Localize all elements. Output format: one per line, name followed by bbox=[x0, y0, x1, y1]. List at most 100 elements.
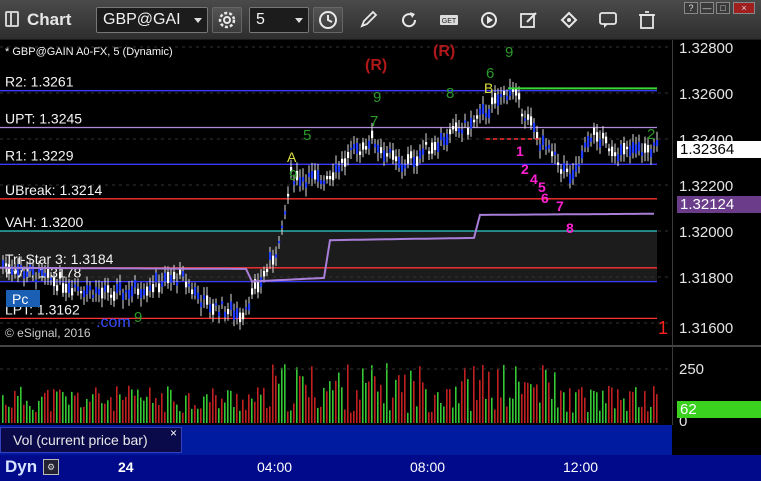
volume-bar bbox=[407, 412, 409, 423]
candle-body bbox=[464, 120, 467, 123]
volume-bar bbox=[599, 410, 601, 423]
volume-study-tab[interactable]: Vol (current price bar) bbox=[0, 427, 182, 453]
volume-bar bbox=[287, 411, 289, 423]
candle-body bbox=[650, 149, 653, 158]
close-icon[interactable]: × bbox=[170, 426, 177, 440]
volume-tick: 250 bbox=[679, 361, 705, 378]
time-label: 24 bbox=[118, 459, 134, 475]
volume-bar bbox=[248, 394, 250, 423]
candle-body bbox=[227, 309, 230, 315]
candle-body bbox=[311, 170, 314, 179]
volume-bar bbox=[470, 410, 472, 423]
sequence-count: 9 bbox=[134, 309, 142, 326]
time-template-button[interactable] bbox=[313, 7, 343, 33]
volume-bar bbox=[371, 365, 373, 423]
volume-bar bbox=[341, 387, 343, 423]
candle-body bbox=[431, 142, 434, 154]
candle-body bbox=[215, 303, 218, 306]
price-tick: 1.32000 bbox=[679, 224, 734, 241]
candle-body bbox=[65, 283, 68, 293]
volume-bar bbox=[410, 370, 412, 423]
settings-button[interactable] bbox=[212, 7, 242, 33]
dynamic-settings-icon[interactable]: ⚙ bbox=[43, 459, 59, 475]
candle-body bbox=[173, 271, 176, 280]
candle-body bbox=[50, 277, 53, 281]
candle-body bbox=[92, 294, 95, 298]
dynamic-mode-label[interactable]: Dyn bbox=[5, 457, 37, 477]
chevron-down-icon[interactable] bbox=[194, 18, 202, 23]
volume-bar bbox=[161, 393, 163, 423]
pencil-icon[interactable] bbox=[358, 10, 380, 30]
close-button[interactable]: × bbox=[733, 2, 755, 14]
volume-bar bbox=[221, 398, 223, 423]
candle-body bbox=[374, 143, 377, 148]
candle-body bbox=[506, 95, 509, 101]
volume-bar bbox=[215, 395, 217, 423]
price-chart-canvas[interactable]: R2: 1.3261 UPT: 1.3245 R1: 1.3229 UBreak: 1… bbox=[0, 40, 672, 345]
volume-bar bbox=[542, 365, 544, 423]
volume-bar bbox=[62, 391, 64, 423]
candle-body bbox=[287, 193, 290, 197]
maximize-button[interactable]: □ bbox=[716, 2, 730, 14]
candle-body bbox=[161, 281, 164, 287]
volume-bar bbox=[197, 408, 199, 423]
candle-body bbox=[428, 151, 431, 154]
symbol-input[interactable]: GBP@GAI bbox=[96, 7, 208, 33]
volume-bar bbox=[449, 389, 451, 423]
volume-bar bbox=[125, 396, 127, 423]
volume-bar bbox=[251, 398, 253, 423]
price-chart[interactable]: R2: 1.3261 UPT: 1.3245 R1: 1.3229 UBreak: 1… bbox=[0, 40, 672, 345]
volume-bar bbox=[38, 400, 40, 423]
volume-bar bbox=[227, 390, 229, 423]
volume-bar bbox=[179, 411, 181, 423]
minimize-button[interactable]: — bbox=[700, 2, 714, 14]
volume-bar bbox=[584, 397, 586, 423]
volume-bar bbox=[35, 411, 37, 423]
volume-bar bbox=[26, 400, 28, 423]
volume-axis[interactable]: 250 0 62 bbox=[672, 345, 761, 430]
volume-bar bbox=[11, 407, 13, 423]
volume-bar bbox=[536, 384, 538, 423]
volume-bar bbox=[65, 396, 67, 423]
volume-bar bbox=[209, 402, 211, 423]
play-icon[interactable] bbox=[478, 10, 500, 30]
volume-bar bbox=[578, 389, 580, 423]
chevron-down-icon[interactable] bbox=[295, 18, 303, 23]
interval-input[interactable]: 5 bbox=[249, 7, 309, 33]
volume-bar bbox=[233, 407, 235, 423]
volume-pane[interactable] bbox=[0, 345, 672, 425]
volume-bar bbox=[587, 412, 589, 423]
candle-body bbox=[74, 284, 77, 288]
volume-bar bbox=[320, 406, 322, 423]
candle-body bbox=[605, 136, 608, 144]
volume-bar bbox=[344, 409, 346, 423]
candle-body bbox=[248, 303, 251, 311]
volume-bar bbox=[530, 384, 532, 423]
volume-bar bbox=[575, 392, 577, 423]
candle-body bbox=[623, 143, 626, 155]
candle-body bbox=[344, 158, 347, 167]
speech-icon[interactable] bbox=[597, 10, 619, 30]
refresh-icon[interactable] bbox=[398, 10, 420, 30]
candle-body bbox=[581, 150, 584, 159]
candle-body bbox=[416, 156, 419, 166]
volume-bar bbox=[506, 406, 508, 423]
reversal-marker: (R) bbox=[365, 57, 387, 74]
candle-body bbox=[635, 144, 638, 154]
candle-body bbox=[59, 271, 62, 279]
volume-bar bbox=[329, 381, 331, 423]
candle-body bbox=[395, 156, 398, 162]
get-icon[interactable]: GET bbox=[438, 10, 460, 30]
candle-body bbox=[224, 311, 227, 318]
level-label: R2: 1.3261 bbox=[5, 74, 74, 90]
candle-body bbox=[320, 180, 323, 184]
trash-icon[interactable] bbox=[636, 10, 658, 30]
tag-icon[interactable] bbox=[558, 10, 580, 30]
price-axis[interactable]: 1.32800 1.32600 1.32400 1.32200 1.32000 … bbox=[672, 40, 761, 345]
volume-bar bbox=[95, 387, 97, 423]
edit-icon[interactable] bbox=[518, 10, 540, 30]
volume-bar bbox=[275, 375, 277, 423]
help-button[interactable]: ? bbox=[684, 2, 698, 14]
time-axis[interactable]: 24 04:00 08:00 12:00 bbox=[0, 455, 761, 481]
volume-bar bbox=[560, 390, 562, 423]
